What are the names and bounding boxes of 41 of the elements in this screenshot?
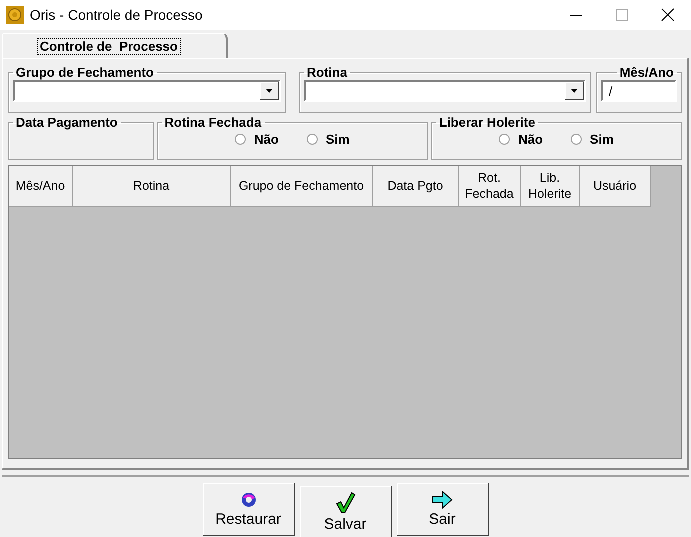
- column-header[interactable]: Data Pgto: [373, 166, 459, 207]
- save-button[interactable]: Salvar: [300, 486, 392, 537]
- minimize-icon: [570, 14, 582, 16]
- group-label: Liberar Holerite: [438, 115, 536, 130]
- radio-button[interactable]: [571, 134, 582, 145]
- group-label: Mês/Ano: [618, 65, 675, 80]
- window-title: Oris - Controle de Processo: [30, 7, 204, 23]
- column-header[interactable]: Lib. Holerite: [521, 166, 580, 207]
- radio-button[interactable]: [306, 134, 318, 145]
- radio-option[interactable]: Sim: [306, 132, 350, 147]
- radio-button[interactable]: [499, 134, 510, 145]
- column-header[interactable]: Mês/Ano: [9, 166, 73, 207]
- column-header[interactable]: Rot. Fechada: [459, 166, 521, 207]
- close-icon: [661, 8, 675, 22]
- column-header[interactable]: Rotina: [73, 166, 231, 207]
- dropdown[interactable]: [13, 80, 281, 102]
- caret-icon: [266, 89, 273, 93]
- dropdown[interactable]: [304, 80, 586, 102]
- input-field[interactable]: /: [601, 80, 677, 102]
- checkmark-icon: [336, 492, 356, 514]
- group-label: Rotina: [306, 65, 348, 80]
- radio-label: Sim: [590, 132, 614, 147]
- radio-label: Sim: [326, 132, 350, 147]
- exit-button[interactable]: Sair: [396, 483, 488, 536]
- arrow-right-icon: [432, 491, 454, 509]
- group-label: Data Pagamento: [15, 115, 119, 130]
- radio-label: Não: [254, 132, 279, 147]
- restore-button[interactable]: Restaurar: [202, 483, 294, 536]
- caret-icon: [571, 89, 578, 93]
- tab[interactable]: Controle de Processo: [2, 33, 228, 58]
- radio-option[interactable]: Não: [499, 132, 544, 147]
- app-icon: [6, 6, 24, 24]
- radio-label: Não: [518, 132, 544, 147]
- radio-option[interactable]: Não: [235, 132, 279, 147]
- group-label: Rotina Fechada: [164, 115, 263, 130]
- group-label: Grupo de Fechamento: [15, 65, 155, 80]
- column-header[interactable]: Grupo de Fechamento: [231, 166, 373, 207]
- maximize-icon: [616, 9, 628, 21]
- radio-option[interactable]: Sim: [571, 132, 614, 147]
- column-header[interactable]: Usuário: [580, 166, 651, 207]
- radio-button[interactable]: [235, 134, 246, 145]
